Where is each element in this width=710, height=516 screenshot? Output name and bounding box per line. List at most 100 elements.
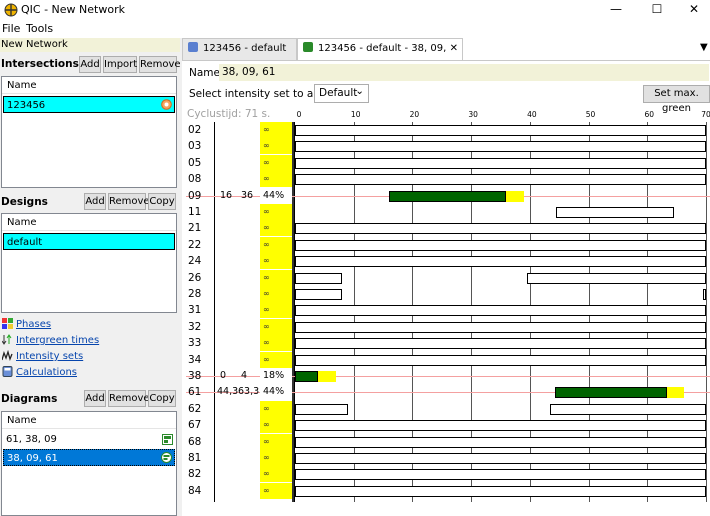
red-phase-box xyxy=(295,403,348,415)
timing-lane[interactable] xyxy=(295,368,710,384)
intersections-list-header: Name xyxy=(2,77,176,94)
timing-lane[interactable] xyxy=(295,401,710,417)
signal-group-row[interactable]: 21 ∞ xyxy=(186,220,710,237)
tab-close-icon[interactable]: ✕ xyxy=(450,39,458,59)
signal-group-row[interactable]: 11 ∞ xyxy=(186,204,710,220)
timing-lane[interactable] xyxy=(295,434,710,450)
saturation-infinite-cell: ∞ xyxy=(260,482,292,499)
signal-group-row[interactable]: 24 ∞ xyxy=(186,253,710,270)
intersection-status-icon xyxy=(161,99,172,110)
signal-group-row[interactable]: 09 16 36 44% xyxy=(186,187,710,204)
timing-lane[interactable] xyxy=(295,384,710,400)
tab-diagram[interactable]: 123456 - default - 38, 09, 61 ✕ xyxy=(297,38,463,74)
red-phase-box xyxy=(295,338,706,350)
signal-group-row[interactable]: 22 ∞ xyxy=(186,236,710,253)
signal-group-row[interactable]: 34 ∞ xyxy=(186,351,710,368)
saturation-infinite-cell: ∞ xyxy=(260,433,292,450)
intersections-list[interactable]: Name 123456 xyxy=(1,76,177,188)
design-add-button[interactable]: Add xyxy=(84,193,106,210)
timing-lane[interactable] xyxy=(295,319,710,335)
timing-lane[interactable] xyxy=(295,352,710,368)
red-phase-box xyxy=(295,485,706,497)
close-button[interactable]: ✕ xyxy=(676,0,710,20)
timing-lane[interactable] xyxy=(295,417,710,433)
red-phase-box xyxy=(295,453,706,464)
signal-group-row[interactable]: 33 ∞ xyxy=(186,335,710,352)
diagram-add-button[interactable]: Add xyxy=(84,390,106,407)
timing-lane[interactable] xyxy=(295,483,710,499)
signal-group-row[interactable]: 82 ∞ xyxy=(186,466,710,483)
name-input[interactable]: 38, 09, 61 xyxy=(219,64,709,81)
timing-lane[interactable] xyxy=(295,204,710,220)
green-phase-bar[interactable] xyxy=(295,371,319,382)
minimize-button[interactable]: — xyxy=(598,0,634,20)
signal-timing-grid[interactable]: 02 ∞ 03 ∞ 05 ∞ 08 ∞ 09 16 36 44% 11 ∞ 21 ∞ 22 ∞ 24 ∞ 26 ∞ 28 ∞ 3… xyxy=(186,122,710,516)
diagrams-list[interactable]: Name 61, 38, 09 38, 09, 61 xyxy=(1,411,177,516)
red-phase-box xyxy=(295,420,706,432)
signal-group-row[interactable]: 32 ∞ xyxy=(186,318,710,335)
design-remove-button[interactable]: Remove xyxy=(108,193,150,210)
timing-lane[interactable] xyxy=(295,171,710,187)
set-max-green-button[interactable]: Set max. green xyxy=(643,85,710,114)
green-phase-bar[interactable] xyxy=(388,190,507,202)
green-phase-bar[interactable] xyxy=(555,387,667,399)
phases-link[interactable]: Phases xyxy=(2,318,51,334)
intergreen-icon xyxy=(2,334,12,345)
diagram-remove-button[interactable]: Remove xyxy=(108,390,150,407)
tab-design[interactable]: 123456 - default xyxy=(182,38,297,60)
timing-lane[interactable] xyxy=(295,155,710,171)
signal-group-row[interactable]: 61 44,3 63,3 44% xyxy=(186,384,710,401)
signal-group-row[interactable]: 05 ∞ xyxy=(186,154,710,171)
signal-group-row[interactable]: 31 ∞ xyxy=(186,302,710,319)
tab-overflow-icon[interactable]: ▼ xyxy=(700,42,708,53)
intensity-sets-link[interactable]: Intensity sets xyxy=(2,350,83,366)
calculations-link[interactable]: Calculations xyxy=(2,366,77,382)
signal-group-row[interactable]: 03 ∞ xyxy=(186,138,710,155)
timing-lane[interactable] xyxy=(295,466,710,482)
intensity-select[interactable]: Default ⌄ xyxy=(314,84,369,103)
red-phase-box xyxy=(295,354,706,366)
diagram-item[interactable]: 61, 38, 09 xyxy=(3,431,175,448)
calculations-link-label: Calculations xyxy=(16,367,77,378)
timing-lane[interactable] xyxy=(295,270,710,286)
design-copy-button[interactable]: Copy xyxy=(148,193,176,210)
saturation-infinite-cell: ∞ xyxy=(260,236,292,253)
timing-lane[interactable] xyxy=(295,138,710,154)
timing-lane[interactable] xyxy=(295,450,710,466)
diagram-copy-button[interactable]: Copy xyxy=(148,390,176,407)
maximize-button[interactable]: ☐ xyxy=(639,0,675,20)
axis-tick-label: 20 xyxy=(409,110,420,119)
designs-list[interactable]: Name default xyxy=(1,213,177,313)
timing-lane[interactable] xyxy=(295,220,710,236)
network-name[interactable]: New Network xyxy=(0,38,180,52)
signal-group-label: 26 xyxy=(188,271,202,284)
menu-file[interactable]: File xyxy=(2,22,20,35)
intersection-import-button[interactable]: Import xyxy=(103,56,137,73)
design-item[interactable]: default xyxy=(3,233,175,250)
timing-lane[interactable] xyxy=(295,286,710,302)
signal-group-row[interactable]: 67 ∞ xyxy=(186,417,710,434)
menu-tools[interactable]: Tools xyxy=(26,22,53,35)
signal-group-row[interactable]: 38 0 4 18% xyxy=(186,368,710,384)
signal-group-row[interactable]: 28 ∞ xyxy=(186,286,710,302)
timing-lane[interactable] xyxy=(295,122,710,138)
signal-group-row[interactable]: 68 ∞ xyxy=(186,433,710,450)
signal-group-row[interactable]: 84 ∞ xyxy=(186,482,710,499)
timing-lane[interactable] xyxy=(295,335,710,351)
intergreen-link[interactable]: Intergreen times xyxy=(2,334,99,350)
signal-group-row[interactable]: 08 ∞ xyxy=(186,171,710,188)
intersection-remove-button[interactable]: Remove xyxy=(139,56,181,73)
diagram-item-selected[interactable]: 38, 09, 61 xyxy=(3,449,175,466)
red-phase-box xyxy=(295,469,706,481)
signal-group-row[interactable]: 26 ∞ xyxy=(186,269,710,286)
intersection-add-button[interactable]: Add xyxy=(79,56,101,73)
timing-lane[interactable] xyxy=(295,237,710,253)
timing-lane[interactable] xyxy=(295,302,710,318)
intersection-item[interactable]: 123456 xyxy=(3,96,175,113)
signal-group-row[interactable]: 62 ∞ xyxy=(186,400,710,417)
timing-lane[interactable] xyxy=(295,188,710,204)
signal-group-row[interactable]: 81 ∞ xyxy=(186,450,710,466)
signal-group-row[interactable]: 02 ∞ xyxy=(186,122,710,138)
design-tab-icon xyxy=(188,42,198,52)
timing-lane[interactable] xyxy=(295,253,710,269)
